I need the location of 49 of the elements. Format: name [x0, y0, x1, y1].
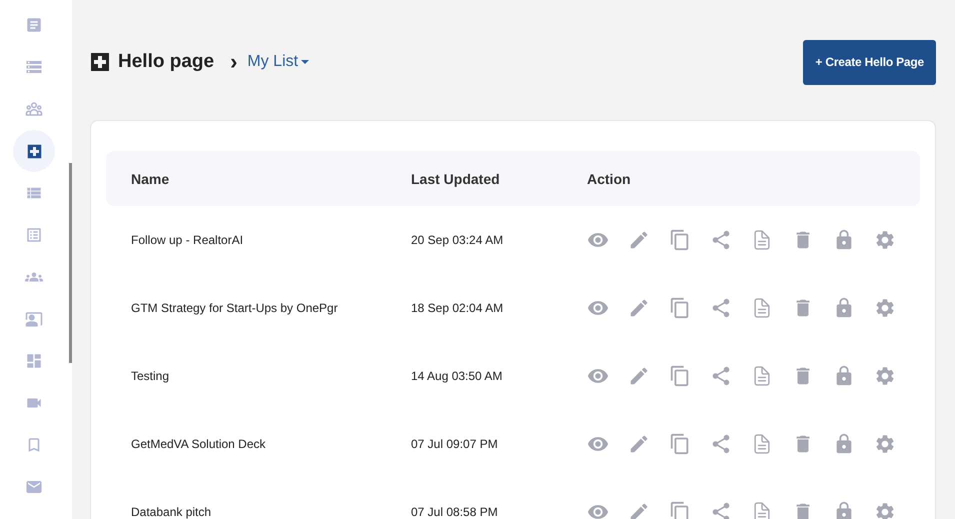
- share-icon[interactable]: [710, 365, 732, 387]
- list-dropdown[interactable]: My List: [247, 53, 310, 71]
- settings-icon[interactable]: [874, 365, 896, 387]
- share-icon[interactable]: [710, 501, 732, 519]
- caret-icon: [301, 60, 310, 64]
- share-icon[interactable]: [710, 433, 732, 455]
- logo-icon: [26, 144, 42, 158]
- settings-icon[interactable]: [874, 501, 896, 519]
- server-icon: [25, 58, 43, 76]
- column-header: Name: [131, 170, 170, 186]
- settings-icon[interactable]: [874, 433, 896, 455]
- copy-icon[interactable]: [669, 365, 691, 387]
- table-cell-text: GetMedVA Solution Deck: [131, 437, 267, 451]
- mail-icon: [25, 478, 43, 496]
- column-header: Last Updated: [411, 170, 501, 186]
- table-cell-text: Databank pitch: [131, 505, 212, 519]
- create-button[interactable]: + Create Hello Page: [803, 40, 936, 84]
- scrollbar[interactable]: [69, 163, 72, 363]
- table-cell-text: 14 Aug 03:50 AM: [411, 369, 504, 383]
- column-header: Action: [587, 170, 632, 186]
- table-cell-text: Testing: [131, 369, 170, 383]
- breadcrumb-separator: ›: [230, 51, 238, 73]
- copy-icon[interactable]: [669, 229, 691, 251]
- logo-icon: [90, 52, 110, 72]
- copy-icon[interactable]: [669, 297, 691, 319]
- table-cell-text: GTM Strategy for Start-Ups by OnePgr: [131, 301, 339, 315]
- edit-icon[interactable]: [628, 229, 650, 251]
- table-cell-text: 20 Sep 03:24 AM: [411, 233, 504, 247]
- sidebar-item[interactable]: [13, 130, 55, 172]
- table-cell-text: 18 Sep 02:04 AM: [411, 301, 504, 315]
- presenter-icon: [25, 310, 43, 328]
- edit-icon[interactable]: [628, 297, 650, 319]
- edit-icon[interactable]: [628, 433, 650, 455]
- dashboard-icon: [25, 352, 43, 370]
- list-icon: [25, 226, 43, 244]
- copy-icon[interactable]: [669, 433, 691, 455]
- group-icon: [25, 100, 43, 118]
- settings-icon[interactable]: [874, 229, 896, 251]
- copy-icon[interactable]: [669, 501, 691, 519]
- settings-icon[interactable]: [874, 297, 896, 319]
- edit-icon[interactable]: [628, 501, 650, 519]
- page-title: Hello page: [118, 51, 214, 73]
- document-icon: [25, 16, 43, 34]
- table-cell-text: 07 Jul 09:07 PM: [411, 437, 499, 451]
- share-icon[interactable]: [710, 297, 732, 319]
- table-cell-text: 07 Jul 08:58 PM: [411, 505, 499, 519]
- share-icon[interactable]: [710, 229, 732, 251]
- table-cell-text: Follow up - RealtorAI: [131, 233, 244, 247]
- edit-icon[interactable]: [628, 365, 650, 387]
